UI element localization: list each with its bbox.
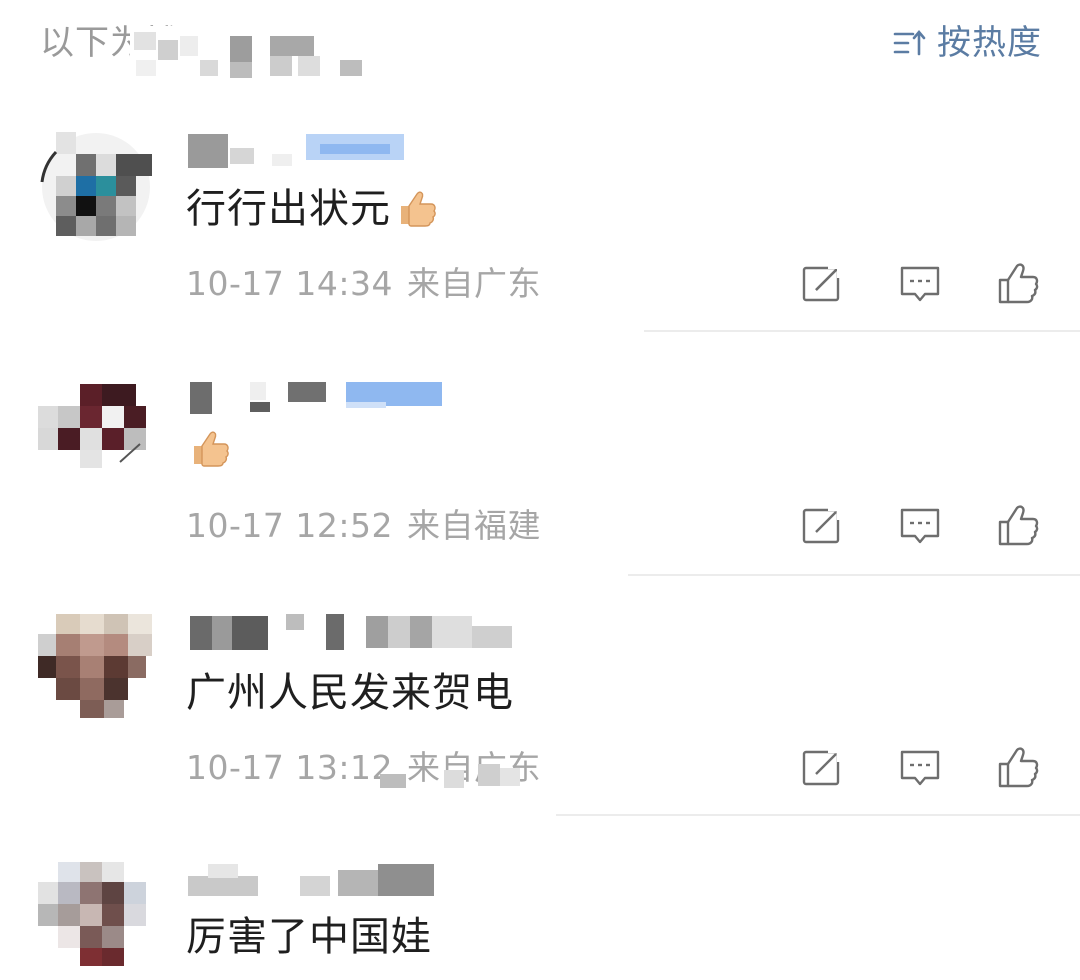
comment-list-page: 以下为博 按热度 行行出状元 10-17 14:34 来自广东 10-17 12…: [0, 0, 1080, 980]
comment-icon[interactable]: [898, 262, 942, 306]
divider: [556, 814, 1080, 816]
thumbs-up-emoji: [401, 191, 436, 227]
comment-location: 来自广东: [406, 264, 541, 303]
comment-date: 10-17 14:34: [186, 264, 393, 303]
username-mosaic[interactable]: [188, 860, 448, 900]
like-icon[interactable]: [996, 504, 1040, 548]
sort-by-popularity-button[interactable]: 按热度: [893, 20, 1042, 66]
username-mosaic[interactable]: [188, 612, 518, 652]
share-icon[interactable]: [800, 746, 844, 790]
sort-label: 按热度: [937, 23, 1042, 63]
comment-location: 来自福建: [406, 506, 541, 545]
comment-actions: [800, 262, 1040, 306]
comment-text: 行行出状元: [186, 182, 437, 236]
comment-meta: 10-17 12:52 来自福建: [186, 504, 541, 548]
comment-actions: [800, 746, 1040, 790]
comment-icon[interactable]: [898, 504, 942, 548]
share-icon[interactable]: [800, 504, 844, 548]
comment-icon[interactable]: [898, 746, 942, 790]
comment-text: 广州人民发来贺电: [186, 670, 514, 716]
header-mosaic: [130, 26, 370, 82]
like-icon[interactable]: [996, 262, 1040, 306]
thumbs-up-emoji: [194, 431, 229, 467]
username-mosaic[interactable]: [188, 380, 448, 420]
comment-actions: [800, 504, 1040, 548]
avatar[interactable]: [36, 364, 156, 474]
comment-date: 10-17 12:52: [186, 506, 393, 545]
divider: [644, 330, 1080, 332]
avatar[interactable]: [36, 858, 156, 968]
divider: [628, 574, 1080, 576]
comment-meta: 10-17 14:34 来自广东: [186, 262, 541, 306]
sort-icon: [893, 29, 926, 56]
comment-date: 10-17 13:12: [186, 748, 393, 787]
comment-text: [186, 422, 230, 476]
comment-text: 厉害了中国娃: [186, 914, 432, 960]
username-mosaic[interactable]: [188, 130, 418, 170]
comment-text-content: 行行出状元: [186, 186, 391, 232]
location-mosaic: [380, 764, 520, 788]
avatar[interactable]: [36, 612, 156, 722]
share-icon[interactable]: [800, 262, 844, 306]
like-icon[interactable]: [996, 746, 1040, 790]
avatar[interactable]: [36, 132, 156, 242]
